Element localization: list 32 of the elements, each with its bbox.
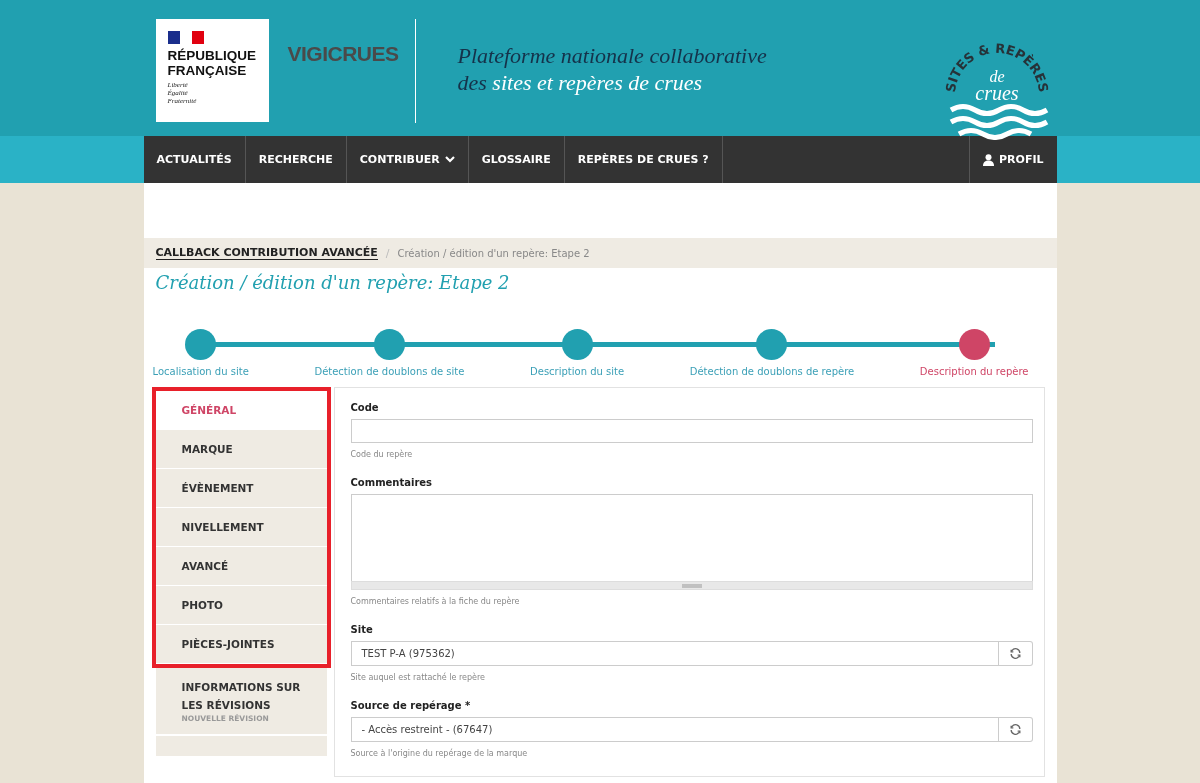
step-label: Description du repère [919, 366, 1029, 377]
field-help: Code du repère [350, 450, 414, 459]
field-label: Commentaires [350, 477, 434, 488]
picker-field[interactable]: - Accès restreint - (67647) [350, 717, 999, 742]
field-help: Commentaires relatifs à la fiche du repère [350, 597, 521, 606]
logo-text: RÉPUBLIQUE [167, 48, 257, 63]
chevron-down-icon [444, 156, 455, 163]
code-input[interactable] [350, 419, 1033, 443]
grip-icon [681, 583, 702, 588]
step-label: Détection de doublons de repère [689, 366, 855, 377]
refresh-icon [1008, 723, 1022, 736]
breadcrumb-current: Création / édition d'un repère: Etape 2 [397, 247, 590, 259]
field-help: Site auquel est rattaché le repère [350, 673, 487, 682]
flag-icon [167, 31, 204, 44]
step-label: Détection de doublons de site [314, 366, 465, 377]
refresh-button[interactable] [998, 717, 1033, 742]
field-label: Site [350, 624, 374, 635]
refresh-icon [1008, 647, 1022, 660]
step-label: Localisation du site [152, 366, 249, 377]
step-label: Description du site [530, 366, 625, 377]
tagline: Plateforme nationale collaborative des sites et repères de crues [457, 42, 768, 96]
breadcrumb-link[interactable]: CALLBACK CONTRIBUTION AVANCÉE [155, 246, 378, 260]
user-icon [983, 153, 994, 166]
logo-text: FRANÇAISE [167, 63, 248, 78]
page-title: Création / édition d'un repère: Etape 2 [155, 272, 511, 293]
breadcrumb-separator: / [385, 246, 390, 260]
field-label: Source de repérage * [350, 700, 472, 711]
field-label: Code [350, 402, 380, 413]
resize-bar[interactable] [350, 581, 1033, 590]
refresh-button[interactable] [998, 641, 1033, 666]
picker-field[interactable]: TEST P-A (975362) [350, 641, 999, 666]
field-help: Source à l'origine du repérage de la marque [350, 749, 529, 758]
